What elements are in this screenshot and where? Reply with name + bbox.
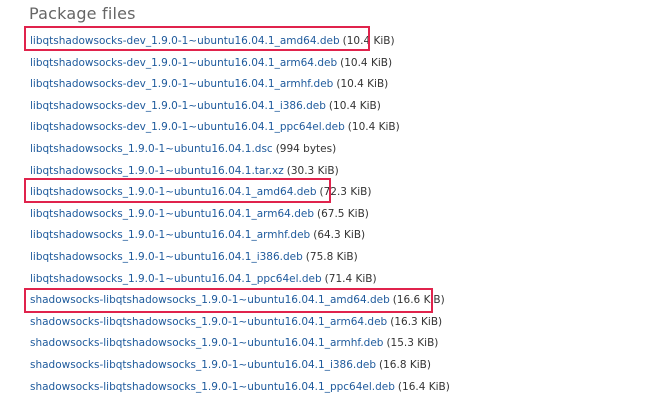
file-link[interactable]: libqtshadowsocks-dev_1.9.0-1~ubuntu16.04… <box>30 121 345 133</box>
file-size: (30.3 KiB) <box>286 164 339 177</box>
file-link[interactable]: libqtshadowsocks_1.9.0-1~ubuntu16.04.1.t… <box>30 165 284 177</box>
file-row: libqtshadowsocks_1.9.0-1~ubuntu16.04.1_a… <box>30 226 450 248</box>
file-row: libqtshadowsocks-dev_1.9.0-1~ubuntu16.04… <box>30 97 450 119</box>
file-row: libqtshadowsocks_1.9.0-1~ubuntu16.04.1_a… <box>30 205 450 227</box>
file-link[interactable]: libqtshadowsocks_1.9.0-1~ubuntu16.04.1.d… <box>30 143 273 155</box>
file-link[interactable]: shadowsocks-libqtshadowsocks_1.9.0-1~ubu… <box>30 337 383 349</box>
file-row: shadowsocks-libqtshadowsocks_1.9.0-1~ubu… <box>30 378 450 400</box>
file-row: libqtshadowsocks_1.9.0-1~ubuntu16.04.1_i… <box>30 248 450 270</box>
file-row: shadowsocks-libqtshadowsocks_1.9.0-1~ubu… <box>30 291 450 313</box>
file-size: (10.4 KiB) <box>336 78 389 91</box>
file-row: libqtshadowsocks_1.9.0-1~ubuntu16.04.1.d… <box>30 140 450 162</box>
file-link[interactable]: shadowsocks-libqtshadowsocks_1.9.0-1~ubu… <box>30 359 376 371</box>
file-size: (16.6 KiB) <box>392 294 445 307</box>
file-row: shadowsocks-libqtshadowsocks_1.9.0-1~ubu… <box>30 356 450 378</box>
file-link[interactable]: libqtshadowsocks_1.9.0-1~ubuntu16.04.1_i… <box>30 251 303 263</box>
file-size: (15.3 KiB) <box>386 337 439 350</box>
file-row: libqtshadowsocks-dev_1.9.0-1~ubuntu16.04… <box>30 54 450 76</box>
file-link[interactable]: shadowsocks-libqtshadowsocks_1.9.0-1~ubu… <box>30 294 390 306</box>
file-row: shadowsocks-libqtshadowsocks_1.9.0-1~ubu… <box>30 334 450 356</box>
file-size: (10.4 KiB) <box>347 121 400 134</box>
file-size: (10.4 KiB) <box>342 35 395 47</box>
file-link[interactable]: libqtshadowsocks_1.9.0-1~ubuntu16.04.1_a… <box>30 186 317 198</box>
file-link[interactable]: libqtshadowsocks-dev_1.9.0-1~ubuntu16.04… <box>30 78 333 90</box>
file-link[interactable]: shadowsocks-libqtshadowsocks_1.9.0-1~ubu… <box>30 381 395 393</box>
file-size: (16.8 KiB) <box>379 358 431 371</box>
file-row: libqtshadowsocks_1.9.0-1~ubuntu16.04.1_p… <box>30 270 450 292</box>
file-row: libqtshadowsocks_1.9.0-1~ubuntu16.04.1_a… <box>30 183 450 205</box>
file-link[interactable]: libqtshadowsocks_1.9.0-1~ubuntu16.04.1_p… <box>30 273 322 285</box>
file-link[interactable]: libqtshadowsocks_1.9.0-1~ubuntu16.04.1_a… <box>30 229 310 241</box>
file-link[interactable]: libqtshadowsocks-dev_1.9.0-1~ubuntu16.04… <box>30 35 340 47</box>
file-size: (10.4 KiB) <box>328 99 381 112</box>
file-link[interactable]: libqtshadowsocks-dev_1.9.0-1~ubuntu16.04… <box>30 100 326 112</box>
file-size: (16.3 KiB) <box>390 315 443 328</box>
file-link[interactable]: libqtshadowsocks_1.9.0-1~ubuntu16.04.1_a… <box>30 208 314 220</box>
file-size: (10.4 KiB) <box>340 56 393 69</box>
file-size: (16.4 KiB) <box>397 380 450 393</box>
file-size: (72.3 KiB) <box>319 186 372 199</box>
section-title: Package files <box>29 4 136 23</box>
file-row: libqtshadowsocks_1.9.0-1~ubuntu16.04.1.t… <box>30 162 450 184</box>
file-link[interactable]: libqtshadowsocks-dev_1.9.0-1~ubuntu16.04… <box>30 57 337 69</box>
file-size: (67.5 KiB) <box>316 207 369 220</box>
file-row: libqtshadowsocks-dev_1.9.0-1~ubuntu16.04… <box>30 75 450 97</box>
package-file-list: libqtshadowsocks-dev_1.9.0-1~ubuntu16.04… <box>30 32 450 399</box>
file-link[interactable]: shadowsocks-libqtshadowsocks_1.9.0-1~ubu… <box>30 316 387 328</box>
file-size: (994 bytes) <box>275 142 337 155</box>
file-row: shadowsocks-libqtshadowsocks_1.9.0-1~ubu… <box>30 313 450 335</box>
file-row: libqtshadowsocks-dev_1.9.0-1~ubuntu16.04… <box>30 32 450 54</box>
file-size: (71.4 KiB) <box>324 272 377 285</box>
file-row: libqtshadowsocks-dev_1.9.0-1~ubuntu16.04… <box>30 118 450 140</box>
file-size: (64.3 KiB) <box>313 229 366 242</box>
file-size: (75.8 KiB) <box>305 250 358 263</box>
